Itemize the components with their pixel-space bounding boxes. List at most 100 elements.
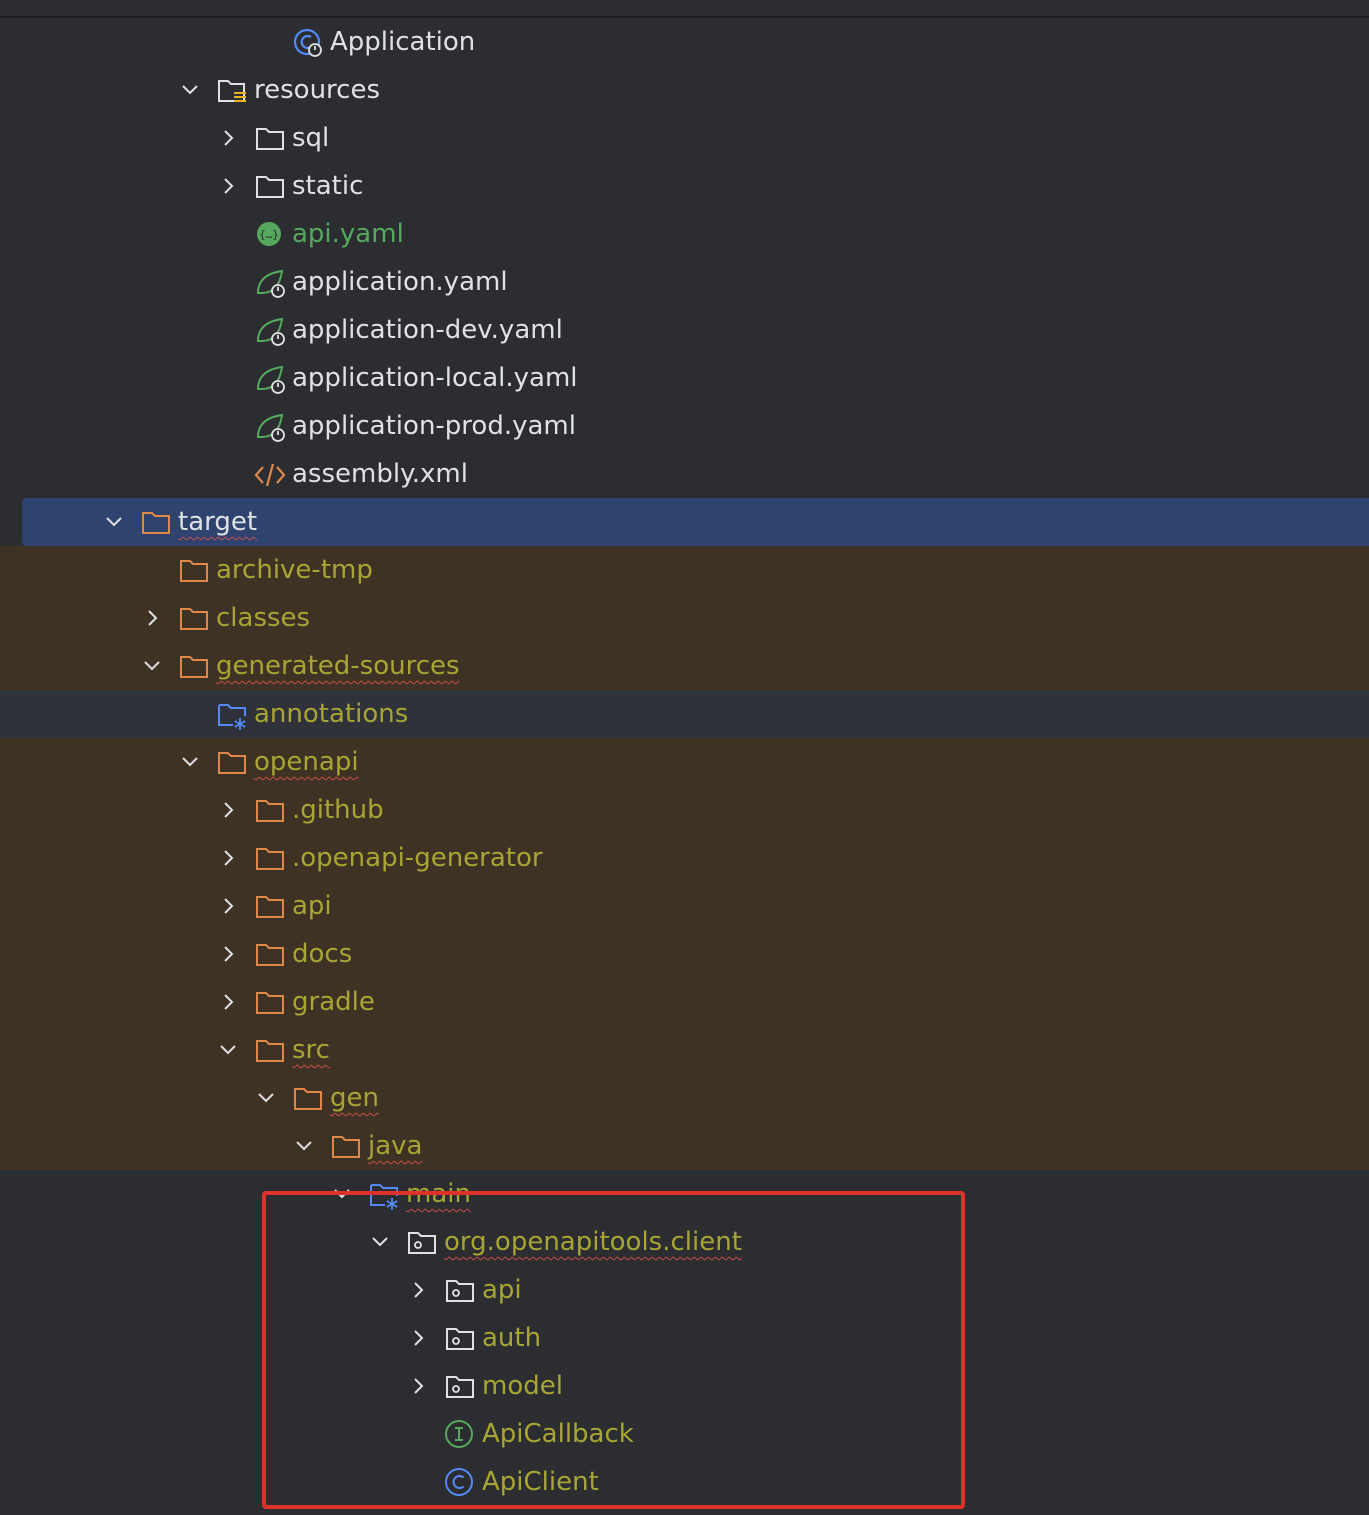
tree-item-assembly-xml[interactable]: assembly.xml	[0, 450, 1369, 498]
chevron-down-icon[interactable]	[330, 1170, 354, 1218]
tree-item-resources[interactable]: resources	[0, 66, 1369, 114]
tree-item-apicallback[interactable]: ApiCallback	[0, 1410, 1369, 1458]
tree-item-label: .openapi-generator	[292, 843, 543, 873]
tree-item-label: gradle	[292, 987, 375, 1017]
chevron-down-icon[interactable]	[216, 1026, 240, 1074]
tree-item-label: src	[292, 1035, 330, 1065]
excluded-folder-icon	[254, 843, 284, 873]
tree-item-label: resources	[254, 75, 381, 105]
excluded-folder-icon	[178, 603, 208, 633]
tree-item-application-yaml[interactable]: application.yaml	[0, 258, 1369, 306]
tree-item-label: api	[292, 891, 332, 921]
package-icon	[406, 1227, 436, 1257]
excluded-folder-icon	[330, 1131, 360, 1161]
tree-item-label: application-dev.yaml	[292, 315, 563, 345]
tree-item-api-yaml[interactable]: {…} api.yaml	[0, 210, 1369, 258]
tree-item-label: api.yaml	[292, 219, 404, 249]
tree-item-package-model[interactable]: model	[0, 1362, 1369, 1410]
tree-item-sql[interactable]: sql	[0, 114, 1369, 162]
tree-item-application[interactable]: Application	[0, 18, 1369, 66]
tree-item-java[interactable]: java	[0, 1122, 1369, 1170]
tree-item-openapi[interactable]: openapi	[0, 738, 1369, 786]
tree-item-static[interactable]: static	[0, 162, 1369, 210]
spring-app-class-icon	[292, 27, 322, 57]
tree-item-label: archive-tmp	[216, 555, 373, 585]
tree-item-api-folder[interactable]: api	[0, 882, 1369, 930]
tree-item-label: ApiClient	[482, 1467, 599, 1497]
chevron-down-icon[interactable]	[178, 66, 202, 114]
chevron-down-icon[interactable]	[368, 1218, 392, 1266]
chevron-right-icon[interactable]	[216, 786, 240, 834]
project-tree[interactable]: Application resources sql static {…} api…	[0, 18, 1369, 1506]
chevron-right-icon[interactable]	[216, 114, 240, 162]
package-icon	[444, 1323, 474, 1353]
chevron-right-icon[interactable]	[216, 162, 240, 210]
folder-icon	[254, 123, 284, 153]
tree-item-package-client[interactable]: org.openapitools.client	[0, 1218, 1369, 1266]
tree-item-label: docs	[292, 939, 353, 969]
tree-item-annotations[interactable]: annotations	[0, 690, 1369, 738]
tree-item-label: main	[406, 1179, 471, 1209]
xml-file-icon	[254, 459, 286, 489]
chevron-right-icon[interactable]	[406, 1314, 430, 1362]
chevron-right-icon[interactable]	[406, 1362, 430, 1410]
chevron-down-icon[interactable]	[140, 642, 164, 690]
tree-item-label: Application	[330, 27, 476, 57]
chevron-down-icon[interactable]	[254, 1074, 278, 1122]
tree-item-label: model	[482, 1371, 563, 1401]
tree-item-package-api[interactable]: api	[0, 1266, 1369, 1314]
tree-item-label: ApiCallback	[482, 1419, 634, 1449]
tree-item-label: java	[368, 1131, 423, 1161]
tree-item-label: static	[292, 171, 364, 201]
spring-config-icon	[254, 411, 285, 442]
tree-item-label: application-prod.yaml	[292, 411, 576, 441]
excluded-folder-icon	[254, 795, 284, 825]
tree-item-label: .github	[292, 795, 384, 825]
tree-item-label: application-local.yaml	[292, 363, 578, 393]
tree-item-main[interactable]: main	[0, 1170, 1369, 1218]
spring-config-icon	[254, 363, 285, 394]
tree-item-package-auth[interactable]: auth	[0, 1314, 1369, 1362]
tree-item-gen[interactable]: gen	[0, 1074, 1369, 1122]
excluded-folder-icon	[254, 1035, 284, 1065]
tree-item-gradle[interactable]: gradle	[0, 978, 1369, 1026]
svg-text:{…}: {…}	[259, 228, 279, 241]
chevron-down-icon[interactable]	[292, 1122, 316, 1170]
tree-item-apiclient[interactable]: ApiClient	[0, 1458, 1369, 1506]
tree-item-label: gen	[330, 1083, 379, 1113]
resources-folder-icon	[216, 75, 246, 105]
tree-item-application-prod-yaml[interactable]: application-prod.yaml	[0, 402, 1369, 450]
chevron-right-icon[interactable]	[216, 834, 240, 882]
tree-item-target[interactable]: target	[22, 498, 1369, 546]
tree-item-openapi-generator[interactable]: .openapi-generator	[0, 834, 1369, 882]
spring-config-icon	[254, 315, 285, 346]
tree-item-src[interactable]: src	[0, 1026, 1369, 1074]
chevron-right-icon[interactable]	[406, 1266, 430, 1314]
chevron-right-icon[interactable]	[216, 930, 240, 978]
tree-item-application-dev-yaml[interactable]: application-dev.yaml	[0, 306, 1369, 354]
interface-icon	[444, 1419, 474, 1449]
excluded-folder-icon	[254, 987, 284, 1017]
chevron-down-icon[interactable]	[178, 738, 202, 786]
chevron-right-icon[interactable]	[216, 978, 240, 1026]
openapi-file-icon: {…}	[254, 219, 284, 249]
generated-sources-root-icon	[368, 1179, 398, 1210]
tree-item-label: annotations	[254, 699, 409, 729]
class-icon	[444, 1467, 474, 1497]
tree-item-label: auth	[482, 1323, 542, 1353]
tree-item-generated-sources[interactable]: generated-sources	[0, 642, 1369, 690]
folder-icon	[254, 171, 284, 201]
excluded-folder-icon	[178, 555, 208, 585]
tree-item-github[interactable]: .github	[0, 786, 1369, 834]
tree-item-classes[interactable]: classes	[0, 594, 1369, 642]
chevron-right-icon[interactable]	[140, 594, 164, 642]
tree-item-archive-tmp[interactable]: archive-tmp	[0, 546, 1369, 594]
excluded-folder-icon	[292, 1083, 322, 1113]
tree-item-application-local-yaml[interactable]: application-local.yaml	[0, 354, 1369, 402]
tree-item-label: generated-sources	[216, 651, 460, 681]
chevron-down-icon[interactable]	[102, 498, 126, 546]
tree-item-label: api	[482, 1275, 522, 1305]
chevron-right-icon[interactable]	[216, 882, 240, 930]
tree-item-label: application.yaml	[292, 267, 508, 297]
tree-item-docs[interactable]: docs	[0, 930, 1369, 978]
